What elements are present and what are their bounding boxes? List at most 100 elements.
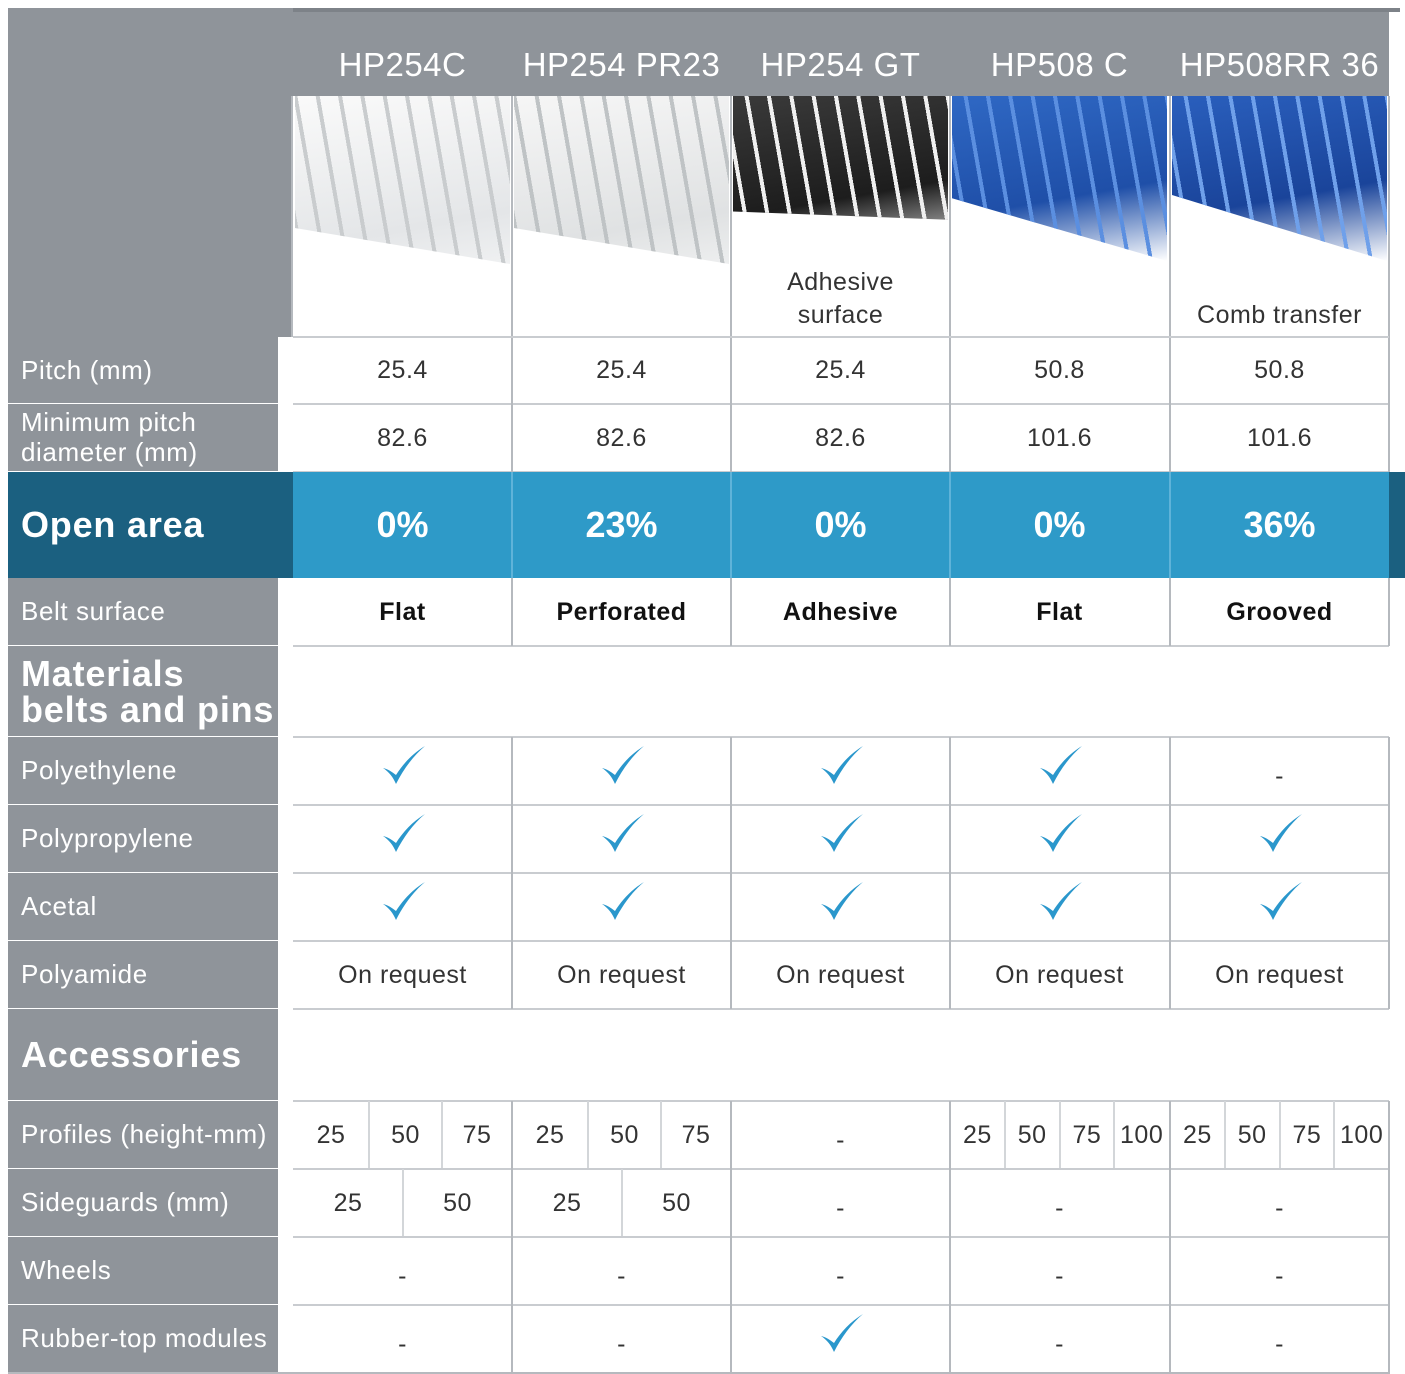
column-divider bbox=[1388, 737, 1390, 1009]
open-area-value: 36% bbox=[1243, 504, 1316, 545]
sub-cell: 25 bbox=[1182, 1120, 1212, 1149]
checkmark-icon bbox=[1039, 882, 1082, 920]
sub-cell: 100 bbox=[1340, 1120, 1384, 1149]
table-cell bbox=[731, 737, 950, 805]
checkmark-icon bbox=[820, 1314, 863, 1352]
column-divider bbox=[1388, 1101, 1390, 1374]
table-cell: On request bbox=[1215, 960, 1344, 989]
sub-cell: 25 bbox=[316, 1120, 346, 1149]
open-area-value: 0% bbox=[376, 504, 429, 545]
sub-cell: 50 bbox=[1017, 1120, 1047, 1149]
checkmark-icon bbox=[382, 814, 425, 852]
column-divider bbox=[291, 96, 293, 337]
sub-divider bbox=[1333, 1101, 1336, 1169]
column-divider bbox=[949, 472, 951, 578]
sub-divider bbox=[621, 1169, 623, 1237]
column-divider bbox=[730, 96, 732, 472]
column-header: HP508RR 36 bbox=[1179, 46, 1380, 83]
table-cell: 25.4 bbox=[377, 356, 428, 384]
column-divider bbox=[1169, 1101, 1171, 1374]
sub-cell: 25 bbox=[962, 1120, 992, 1149]
column-divider bbox=[511, 472, 513, 578]
table-cell bbox=[950, 805, 1169, 873]
checkmark-icon bbox=[820, 882, 863, 920]
sub-cell: 50 bbox=[391, 1120, 420, 1149]
table-cell: 82.6 bbox=[596, 423, 647, 452]
image-caption: Comb transfer bbox=[1197, 301, 1362, 330]
column-divider bbox=[949, 737, 951, 1009]
column-divider bbox=[1169, 737, 1171, 1009]
sub-cell: 50 bbox=[443, 1188, 472, 1217]
image-caption: Adhesive surface bbox=[787, 267, 894, 330]
open-area-value: 0% bbox=[814, 504, 867, 545]
column-divider bbox=[730, 578, 732, 646]
sub-divider bbox=[402, 1169, 404, 1237]
table-cell: 25.4 bbox=[596, 356, 647, 384]
table-cell: On request bbox=[557, 960, 686, 989]
sub-cell: 50 bbox=[610, 1120, 639, 1149]
checkmark-icon bbox=[1259, 882, 1302, 920]
image-caption bbox=[293, 96, 512, 337]
row-label: Wheels bbox=[8, 1237, 278, 1305]
table-cell: - bbox=[398, 1261, 407, 1290]
table-cell: 82.6 bbox=[377, 423, 428, 452]
row-label: Polyethylene bbox=[8, 737, 278, 805]
row-label: Minimum pitch diameter (mm) bbox=[8, 404, 278, 472]
table-cell: - bbox=[617, 1329, 626, 1358]
column-divider bbox=[730, 472, 732, 578]
table-cell bbox=[293, 805, 512, 873]
column-divider bbox=[511, 96, 513, 472]
column-divider bbox=[511, 1101, 513, 1374]
image-caption bbox=[950, 96, 1169, 337]
table-cell bbox=[731, 873, 950, 941]
checkmark-icon bbox=[601, 814, 644, 852]
checkmark-icon bbox=[1039, 814, 1082, 852]
row-divider bbox=[293, 645, 1389, 647]
column-header: HP508 C bbox=[990, 46, 1129, 83]
sub-cell: 25 bbox=[552, 1188, 582, 1217]
column-divider bbox=[511, 578, 513, 646]
column-divider bbox=[1388, 578, 1390, 646]
sub-divider bbox=[1113, 1101, 1116, 1169]
open-area-end bbox=[1389, 472, 1405, 578]
open-area-value: 0% bbox=[1033, 504, 1086, 545]
column-divider bbox=[511, 737, 513, 1009]
table-cell: - bbox=[1275, 761, 1284, 790]
sub-cell: 50 bbox=[1237, 1120, 1267, 1149]
column-header: HP254C bbox=[338, 46, 467, 83]
row-label: Polypropylene bbox=[8, 805, 278, 873]
row-label: Acetal bbox=[8, 873, 278, 941]
sub-divider bbox=[1003, 1101, 1006, 1169]
table-cell bbox=[950, 737, 1169, 805]
sub-cell: 25 bbox=[535, 1120, 565, 1149]
table-cell: 50.8 bbox=[1254, 356, 1305, 384]
sub-cell: 50 bbox=[662, 1188, 691, 1217]
section-heading: Materials belts and pins bbox=[8, 646, 278, 737]
sub-divider bbox=[660, 1101, 662, 1169]
table-cell: - bbox=[398, 1329, 407, 1358]
table-cell: - bbox=[836, 1125, 845, 1154]
row-label: Pitch (mm) bbox=[8, 337, 278, 404]
table-cell: - bbox=[1055, 1193, 1064, 1222]
table-cell bbox=[293, 737, 512, 805]
column-header: HP254 PR23 bbox=[522, 46, 721, 83]
sub-divider bbox=[587, 1101, 589, 1169]
section-heading: Accessories bbox=[8, 1009, 278, 1101]
table-cell: Adhesive bbox=[782, 597, 899, 626]
image-caption bbox=[512, 96, 731, 337]
table-cell: 82.6 bbox=[815, 423, 866, 452]
sub-divider bbox=[1058, 1101, 1061, 1169]
row-label: Rubber-top modules bbox=[8, 1305, 278, 1373]
open-area-label: Open area bbox=[8, 472, 293, 578]
table-cell: Flat bbox=[1036, 597, 1083, 626]
table-cell: - bbox=[836, 1261, 845, 1290]
comparison-table: HP254C HP254 PR23 HP254 GT HP508 C HP508RR 3… bbox=[0, 0, 1405, 1374]
table-cell: - bbox=[1055, 1261, 1064, 1290]
table-cell: - bbox=[1055, 1329, 1064, 1358]
table-cell bbox=[731, 1305, 950, 1373]
table-cell: - bbox=[1275, 1329, 1284, 1358]
row-label: Sideguards (mm) bbox=[8, 1169, 278, 1237]
checkmark-icon bbox=[601, 882, 644, 920]
open-area-value: 23% bbox=[585, 504, 658, 545]
table-cell: Perforated bbox=[556, 597, 687, 626]
